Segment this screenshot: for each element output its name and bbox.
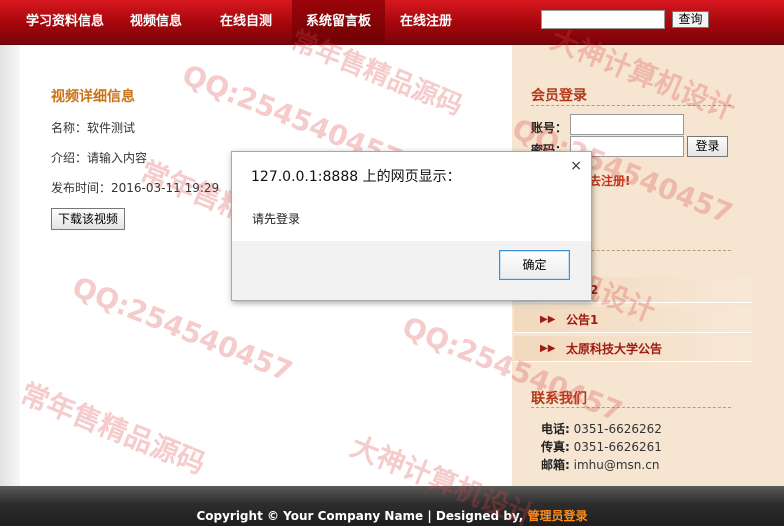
email-label: 邮箱:: [541, 458, 570, 472]
notice-item[interactable]: ▶▶ 太原科技大学公告: [514, 336, 752, 362]
contact-email: 邮箱: imhu@msn.cn: [541, 456, 659, 473]
video-name-row: 名称：软件测试: [51, 119, 135, 136]
contact-fax: 传真: 0351-6626261: [541, 438, 662, 455]
fax-label: 传真:: [541, 440, 570, 454]
video-time-value: 2016-03-11 19:29: [111, 181, 220, 195]
contact-divider: [531, 407, 731, 408]
notice-item-label: 公告1: [566, 313, 599, 327]
dialog-title: 127.0.0.1:8888 上的网页显示：: [251, 169, 461, 185]
nav-item-study-materials[interactable]: 学习资料信息: [26, 0, 104, 45]
video-intro-value: 请输入内容: [87, 151, 148, 165]
member-login-divider: [531, 105, 731, 106]
download-video-button[interactable]: 下载该视频: [51, 208, 126, 230]
close-icon[interactable]: ×: [570, 158, 582, 174]
fax-value: 0351-6626261: [569, 440, 662, 454]
contact-title: 联系我们: [531, 391, 587, 407]
video-detail-title: 视频详细信息: [51, 89, 135, 105]
video-intro-label: 介绍：: [51, 151, 88, 165]
member-login-title: 会员登录: [531, 88, 587, 104]
account-label: 账号：: [531, 121, 568, 135]
nav-item-register[interactable]: 在线注册: [400, 0, 452, 45]
footer-copyright: Copyright © Your Company Name | Designed…: [0, 507, 784, 524]
alert-dialog: 127.0.0.1:8888 上的网页显示： × 请先登录 确定: [231, 151, 592, 301]
top-nav-bar: 学习资料信息 视频信息 在线自测 系统留言板 在线注册 查询: [0, 0, 784, 45]
dialog-message: 请先登录: [252, 212, 301, 226]
login-button[interactable]: 登录: [687, 136, 728, 157]
video-intro-row: 介绍：请输入内容: [51, 149, 147, 166]
left-page-edge: [0, 45, 20, 486]
phone-label: 电话:: [541, 422, 570, 436]
double-arrow-icon: ▶▶: [540, 314, 556, 325]
contact-phone: 电话: 0351-6626262: [541, 420, 662, 437]
video-name-value: 软件测试: [87, 121, 136, 135]
admin-login-link[interactable]: 管理员登录: [528, 509, 588, 523]
email-value: imhu@msn.cn: [569, 458, 660, 472]
nav-item-videos[interactable]: 视频信息: [130, 0, 182, 45]
video-time-label: 发布时间：: [51, 181, 112, 195]
notice-item[interactable]: ▶▶ 公告1: [514, 307, 752, 333]
account-input[interactable]: [570, 114, 684, 135]
search-button[interactable]: 查询: [672, 11, 709, 28]
search-input[interactable]: [541, 10, 665, 29]
double-arrow-icon: ▶▶: [540, 343, 556, 354]
notice-item-label: 太原科技大学公告: [566, 342, 663, 356]
copyright-text: Copyright © Your Company Name | Designed…: [196, 509, 528, 523]
nav-item-online-test[interactable]: 在线自测: [220, 0, 272, 45]
nav-item-message-board[interactable]: 系统留言板: [292, 0, 386, 45]
video-time-row: 发布时间：2016-03-11 19:29: [51, 179, 219, 196]
register-link[interactable]: 去注册!: [589, 172, 630, 189]
ok-button[interactable]: 确定: [499, 250, 570, 280]
phone-value: 0351-6626262: [569, 422, 662, 436]
video-name-label: 名称：: [51, 121, 88, 135]
